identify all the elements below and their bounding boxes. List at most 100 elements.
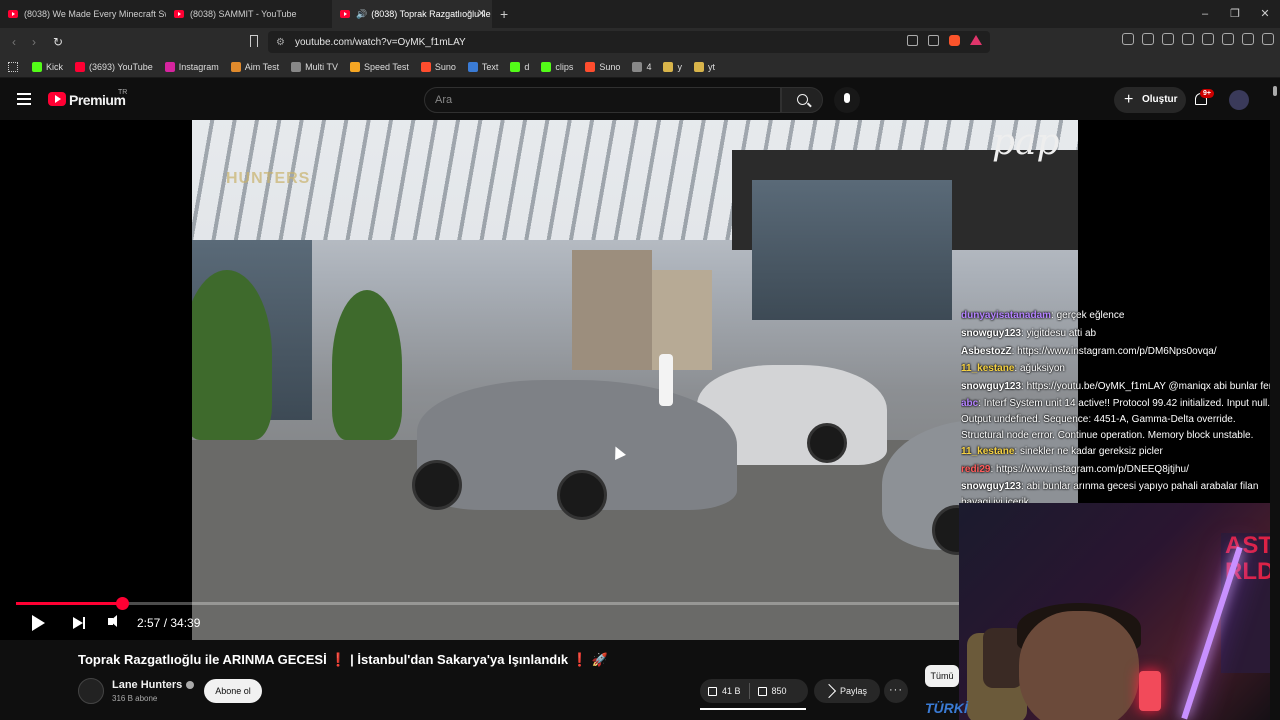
translate-icon[interactable] — [1122, 33, 1134, 45]
wallet-icon[interactable] — [1202, 33, 1214, 45]
maximize-button[interactable]: ❐ — [1220, 0, 1250, 28]
menu-icon[interactable] — [1262, 33, 1274, 45]
bookmark-item[interactable]: Aim Test — [230, 61, 279, 72]
bookmark-item[interactable]: Text — [467, 61, 499, 72]
browser-tab[interactable]: (8038) SAMMIT - YouTube — [166, 0, 332, 28]
search-input[interactable]: Ara — [424, 87, 781, 113]
bookmark-label: Suno — [434, 61, 456, 72]
bookmark-item[interactable]: d — [510, 61, 529, 72]
search-button[interactable] — [781, 87, 823, 113]
chat-text: : sinekler ne kadar gereksiz picler — [1014, 446, 1163, 458]
bookmark-item[interactable]: Suno — [585, 61, 620, 72]
create-button[interactable]: Oluştur — [1114, 87, 1186, 113]
bookmark-item[interactable]: Suno — [420, 61, 456, 72]
channel-avatar[interactable] — [78, 678, 104, 704]
bookmark-item[interactable]: (3693) YouTube — [75, 61, 153, 72]
minimize-button[interactable]: – — [1190, 0, 1220, 28]
bookmark-favicon-icon — [632, 61, 643, 72]
bookmark-favicon-icon — [693, 61, 704, 72]
bookmark-favicon-icon — [467, 61, 478, 72]
leo-ai-icon[interactable] — [1222, 33, 1234, 45]
bookmark-label: Text — [481, 61, 499, 72]
speaker-icon: 🔊 — [356, 8, 368, 19]
channel-name[interactable]: Lane Hunters — [112, 679, 182, 691]
subscriber-count: 316 B abone — [112, 694, 158, 703]
play-icon[interactable] — [32, 615, 45, 631]
sidebar-icon[interactable] — [1162, 33, 1174, 45]
cast-icon[interactable] — [907, 35, 918, 46]
bookmark-favicon-icon — [75, 61, 86, 72]
account-avatar[interactable] — [1229, 90, 1249, 110]
bookmark-label: Kick — [46, 61, 64, 72]
youtube-logo-icon[interactable] — [48, 92, 66, 106]
youtube-favicon-icon — [340, 10, 350, 18]
bookmark-item[interactable]: yt — [693, 61, 715, 72]
close-window-button[interactable]: ✕ — [1250, 0, 1280, 28]
brave-rewards-icon[interactable] — [970, 35, 982, 45]
voice-search-icon[interactable] — [834, 87, 860, 113]
page-scrollbar[interactable] — [1270, 80, 1280, 720]
chat-username: redi29 — [961, 464, 991, 476]
brave-shields-icon[interactable] — [949, 35, 960, 46]
youtube-favicon-icon — [174, 10, 184, 18]
bookmark-item[interactable]: 4 — [632, 61, 652, 72]
bookmark-favicon-icon — [585, 61, 596, 72]
like-button[interactable]: 41 B — [700, 679, 749, 703]
url-text: youtube.com/watch?v=OyMK_f1mLAY — [294, 36, 466, 48]
wheel — [412, 460, 462, 510]
bookmark-page-icon[interactable] — [250, 35, 258, 47]
bookmark-favicon-icon — [510, 61, 521, 72]
url-field[interactable]: ⚙ youtube.com/watch?v=OyMK_f1mLAY — [268, 31, 990, 53]
more-actions-button[interactable]: ··· — [884, 679, 908, 703]
media-icon[interactable] — [1182, 33, 1194, 45]
bookmark-label: 4 — [646, 61, 652, 72]
new-tab-button[interactable]: + — [500, 6, 508, 22]
channel-watermark: HUNTERS — [226, 170, 311, 187]
video-frame: pap HUNTERS — [192, 120, 1078, 640]
back-button[interactable]: ‹ — [4, 35, 24, 49]
scrollbar-thumb[interactable] — [1273, 86, 1277, 96]
browser-tab-active[interactable]: 🔊 (8038) Toprak Razgatlıoğlu ile ✕ — [332, 0, 492, 28]
recommended-thumbnail-text[interactable]: TÜRKİ — [925, 700, 968, 716]
share-button[interactable]: Paylaş — [814, 679, 880, 703]
apps-grid-icon[interactable] — [8, 61, 18, 72]
bookmark-favicon-icon — [420, 61, 431, 72]
bookmark-item[interactable]: Speed Test — [349, 61, 409, 72]
vpn-icon[interactable] — [1242, 33, 1254, 45]
video-title: Toprak Razgatlıoğlu ile ARINMA GECESİ ❗ … — [78, 652, 608, 668]
bookmark-label: (3693) YouTube — [89, 61, 153, 72]
close-tab-icon[interactable]: ✕ — [477, 7, 486, 20]
bookmark-label: clips — [555, 61, 574, 72]
streamer-webcam: AST RLD — [959, 503, 1280, 720]
bookmark-item[interactable]: Kick — [32, 61, 64, 72]
share-page-icon[interactable] — [928, 35, 939, 46]
like-count: 41 B — [722, 686, 741, 696]
forward-button[interactable]: › — [24, 35, 44, 49]
subscribe-button[interactable]: Abone ol — [204, 679, 262, 703]
bookmark-item[interactable]: y — [663, 61, 682, 72]
youtube-logo-word[interactable]: Premium — [69, 92, 126, 108]
bookmark-item[interactable]: Multi TV — [291, 61, 338, 72]
scrubber-handle[interactable] — [115, 597, 129, 610]
next-video-icon[interactable] — [73, 617, 85, 629]
chat-message: snowguy123: yigitdesu atti ab — [961, 325, 1280, 343]
chat-text: : ağuksiyon — [1014, 363, 1065, 375]
hamburger-menu-icon[interactable] — [17, 93, 31, 105]
video-title-part: Toprak Razgatlıoğlu ile ARINMA GECESİ — [78, 652, 327, 667]
progress-bar[interactable] — [16, 597, 959, 610]
reload-button[interactable]: ↻ — [48, 35, 68, 49]
wheel — [557, 470, 607, 520]
channel-name-row[interactable]: Lane Hunters — [112, 679, 195, 691]
volume-icon[interactable] — [108, 615, 117, 627]
chip-all[interactable]: Tümü — [925, 665, 959, 687]
browser-tab[interactable]: (8038) We Made Every Minecraft Swo — [0, 0, 166, 28]
bookmark-item[interactable]: Instagram — [164, 61, 219, 72]
extensions-icon[interactable] — [1142, 33, 1154, 45]
chat-username: abc — [961, 397, 979, 409]
dislike-button[interactable]: 850 — [750, 679, 795, 703]
tree — [332, 290, 402, 440]
chat-text: : https://www.instagram.com/p/DM6Nps0ovq… — [1011, 345, 1217, 357]
site-info-icon[interactable]: ⚙ — [276, 37, 285, 48]
bookmark-favicon-icon — [164, 61, 175, 72]
bookmark-item[interactable]: clips — [541, 61, 574, 72]
